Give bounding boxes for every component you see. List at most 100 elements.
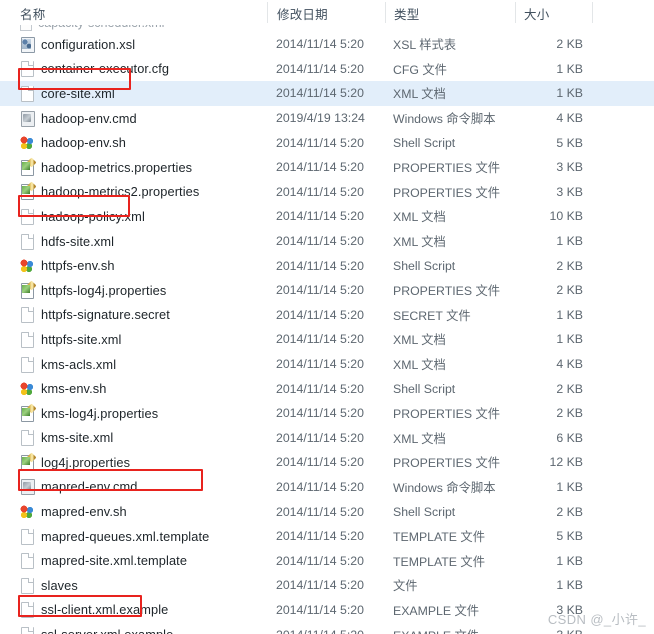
file-name-cell[interactable]: mapred-queues.xml.template <box>20 524 209 549</box>
file-row[interactable]: hadoop-metrics2.properties 2014/11/14 5:2… <box>0 180 654 205</box>
file-name-cell[interactable]: configuration.xsl <box>20 32 135 57</box>
file-name-label: mapred-queues.xml.template <box>41 528 210 544</box>
file-name-cell[interactable]: ssl-client.xml.example <box>20 598 168 623</box>
file-name-label: mapred-site.xml.template <box>41 553 188 569</box>
file-type: 文件 <box>393 579 418 594</box>
file-name-cell[interactable]: hadoop-env.cmd <box>20 106 137 131</box>
file-row[interactable]: hadoop-policy.xml 2014/11/14 5:20 XML 文档 10… <box>0 204 654 229</box>
file-size: 2 KB <box>556 381 583 396</box>
file-row[interactable]: kms-log4j.properties 2014/11/14 5:20 PROPE… <box>0 401 654 426</box>
file-size: 1 KB <box>556 332 583 347</box>
file-name-cell[interactable]: log4j.properties <box>20 450 130 475</box>
file-row[interactable]: hadoop-env.cmd 2019/4/19 13:24 Windows 命令脚… <box>0 106 654 131</box>
file-size: 1 KB <box>556 307 583 322</box>
file-name-label: kms-site.xml <box>41 430 114 446</box>
file-row[interactable]: mapred-env.cmd 2014/11/14 5:20 Windows 命令脚… <box>0 475 654 500</box>
file-name-cell[interactable]: hadoop-metrics.properties <box>20 155 192 180</box>
file-row[interactable]: hadoop-env.sh 2014/11/14 5:20 Shell Script… <box>0 130 654 155</box>
file-row[interactable]: hadoop-metrics.properties 2014/11/14 5:20… <box>0 155 654 180</box>
column-divider-size-right[interactable] <box>592 2 593 23</box>
clipped-row-label: capacity-scheduler.xml <box>38 25 164 30</box>
file-name-cell[interactable]: kms-acls.xml <box>20 352 116 377</box>
file-name-label: hadoop-metrics2.properties <box>41 184 200 200</box>
file-date-modified: 2014/11/14 5:20 <box>276 258 364 273</box>
file-row[interactable]: httpfs-env.sh 2014/11/14 5:20 Shell Script… <box>0 253 654 278</box>
file-type: CFG 文件 <box>393 62 447 77</box>
file-date-modified: 2014/11/14 5:20 <box>276 602 364 617</box>
column-divider-type-size[interactable] <box>515 2 516 23</box>
file-name-cell[interactable]: hadoop-metrics2.properties <box>20 180 199 205</box>
file-name-cell[interactable]: hadoop-env.sh <box>20 130 126 155</box>
file-name-label: hadoop-policy.xml <box>41 208 145 224</box>
column-header-date-modified[interactable]: 修改日期 <box>277 4 328 23</box>
file-name-cell[interactable]: httpfs-log4j.properties <box>20 278 166 303</box>
file-name-cell[interactable]: hadoop-policy.xml <box>20 204 145 229</box>
column-divider-name-date[interactable] <box>267 2 268 23</box>
file-date-modified: 2014/11/14 5:20 <box>276 307 364 322</box>
blank-document-icon <box>20 233 34 250</box>
file-name-cell[interactable]: container-executor.cfg <box>20 57 169 82</box>
file-name-cell[interactable]: kms-site.xml <box>20 426 113 451</box>
file-size: 3 KB <box>556 160 583 175</box>
file-row[interactable]: mapred-site.xml.template 2014/11/14 5:20 T… <box>0 548 654 573</box>
blank-document-icon <box>20 626 34 634</box>
file-row[interactable]: hdfs-site.xml 2014/11/14 5:20 XML 文档 1 KB <box>0 229 654 254</box>
file-row[interactable]: core-site.xml 2014/11/14 5:20 XML 文档 1 KB <box>0 81 654 106</box>
column-divider-date-type[interactable] <box>385 2 386 23</box>
blank-document-icon <box>20 208 34 225</box>
column-header-type[interactable]: 类型 <box>394 4 419 23</box>
file-row[interactable]: httpfs-signature.secret 2014/11/14 5:20 SE… <box>0 303 654 328</box>
file-name-cell[interactable]: mapred-site.xml.template <box>20 548 187 573</box>
file-list[interactable]: configuration.xsl 2014/11/14 5:20 XSL 样式表 2… <box>0 32 654 634</box>
file-row[interactable]: kms-acls.xml 2014/11/14 5:20 XML 文档 4 KB <box>0 352 654 377</box>
file-name-label: hadoop-metrics.properties <box>41 159 193 175</box>
file-date-modified: 2014/11/14 5:20 <box>276 283 364 298</box>
file-name-cell[interactable]: core-site.xml <box>20 81 115 106</box>
shell-script-icon <box>20 380 34 397</box>
file-date-modified: 2014/11/14 5:20 <box>276 455 364 470</box>
file-row[interactable]: slaves 2014/11/14 5:20 文件 1 KB <box>0 573 654 598</box>
file-row[interactable]: httpfs-log4j.properties 2014/11/14 5:20 PR… <box>0 278 654 303</box>
file-name-label: hadoop-env.sh <box>41 135 127 151</box>
file-name-cell[interactable]: httpfs-signature.secret <box>20 303 170 328</box>
blank-document-icon <box>20 85 34 102</box>
file-size: 2 KB <box>556 37 583 52</box>
column-header-bar: 名称 修改日期 类型 大小 <box>0 0 654 26</box>
file-name-cell[interactable]: hdfs-site.xml <box>20 229 114 254</box>
file-row[interactable]: mapred-env.sh 2014/11/14 5:20 Shell Script… <box>0 499 654 524</box>
file-name-label: mapred-env.sh <box>41 504 127 520</box>
file-name-label: ssl-server.xml.example <box>41 627 173 634</box>
file-row[interactable]: log4j.properties 2014/11/14 5:20 PROPERTIE… <box>0 450 654 475</box>
file-size: 3 KB <box>556 184 583 199</box>
file-row[interactable]: mapred-queues.xml.template 2014/11/14 5:2… <box>0 524 654 549</box>
file-name-cell[interactable]: httpfs-env.sh <box>20 253 115 278</box>
file-name-label: httpfs-signature.secret <box>41 307 170 323</box>
file-date-modified: 2014/11/14 5:20 <box>276 160 364 175</box>
file-row[interactable]: httpfs-site.xml 2014/11/14 5:20 XML 文档 1 KB <box>0 327 654 352</box>
file-size: 1 KB <box>556 234 583 249</box>
file-date-modified: 2014/11/14 5:20 <box>276 406 364 421</box>
file-row[interactable]: kms-site.xml 2014/11/14 5:20 XML 文档 6 KB <box>0 426 654 451</box>
file-size: 1 KB <box>556 553 583 568</box>
file-size: 2 KB <box>556 406 583 421</box>
pencil-icon <box>26 452 37 463</box>
blank-document-icon <box>20 429 34 447</box>
file-name-cell[interactable]: mapred-env.cmd <box>20 475 137 500</box>
file-row[interactable]: kms-env.sh 2014/11/14 5:20 Shell Script 2 K… <box>0 376 654 401</box>
file-name-cell[interactable]: kms-env.sh <box>20 376 106 401</box>
file-type: Shell Script <box>393 381 456 396</box>
column-header-name[interactable]: 名称 <box>20 4 45 23</box>
file-name-cell[interactable]: mapred-env.sh <box>20 499 127 524</box>
file-row[interactable]: container-executor.cfg 2014/11/14 5:20 CFG… <box>0 57 654 82</box>
file-name-cell[interactable]: httpfs-site.xml <box>20 327 121 352</box>
file-name-cell[interactable]: ssl-server.xml.example <box>20 622 173 634</box>
properties-file-icon <box>20 452 37 471</box>
file-name-label: core-site.xml <box>41 85 115 101</box>
file-name-cell[interactable]: kms-log4j.properties <box>20 401 158 426</box>
blank-document-icon <box>20 601 34 619</box>
file-name-cell[interactable]: slaves <box>20 573 78 598</box>
file-size: 2 KB <box>556 258 583 273</box>
file-row[interactable]: configuration.xsl 2014/11/14 5:20 XSL 样式表 2… <box>0 32 654 57</box>
properties-file-icon <box>20 157 37 176</box>
column-header-size[interactable]: 大小 <box>524 4 549 23</box>
